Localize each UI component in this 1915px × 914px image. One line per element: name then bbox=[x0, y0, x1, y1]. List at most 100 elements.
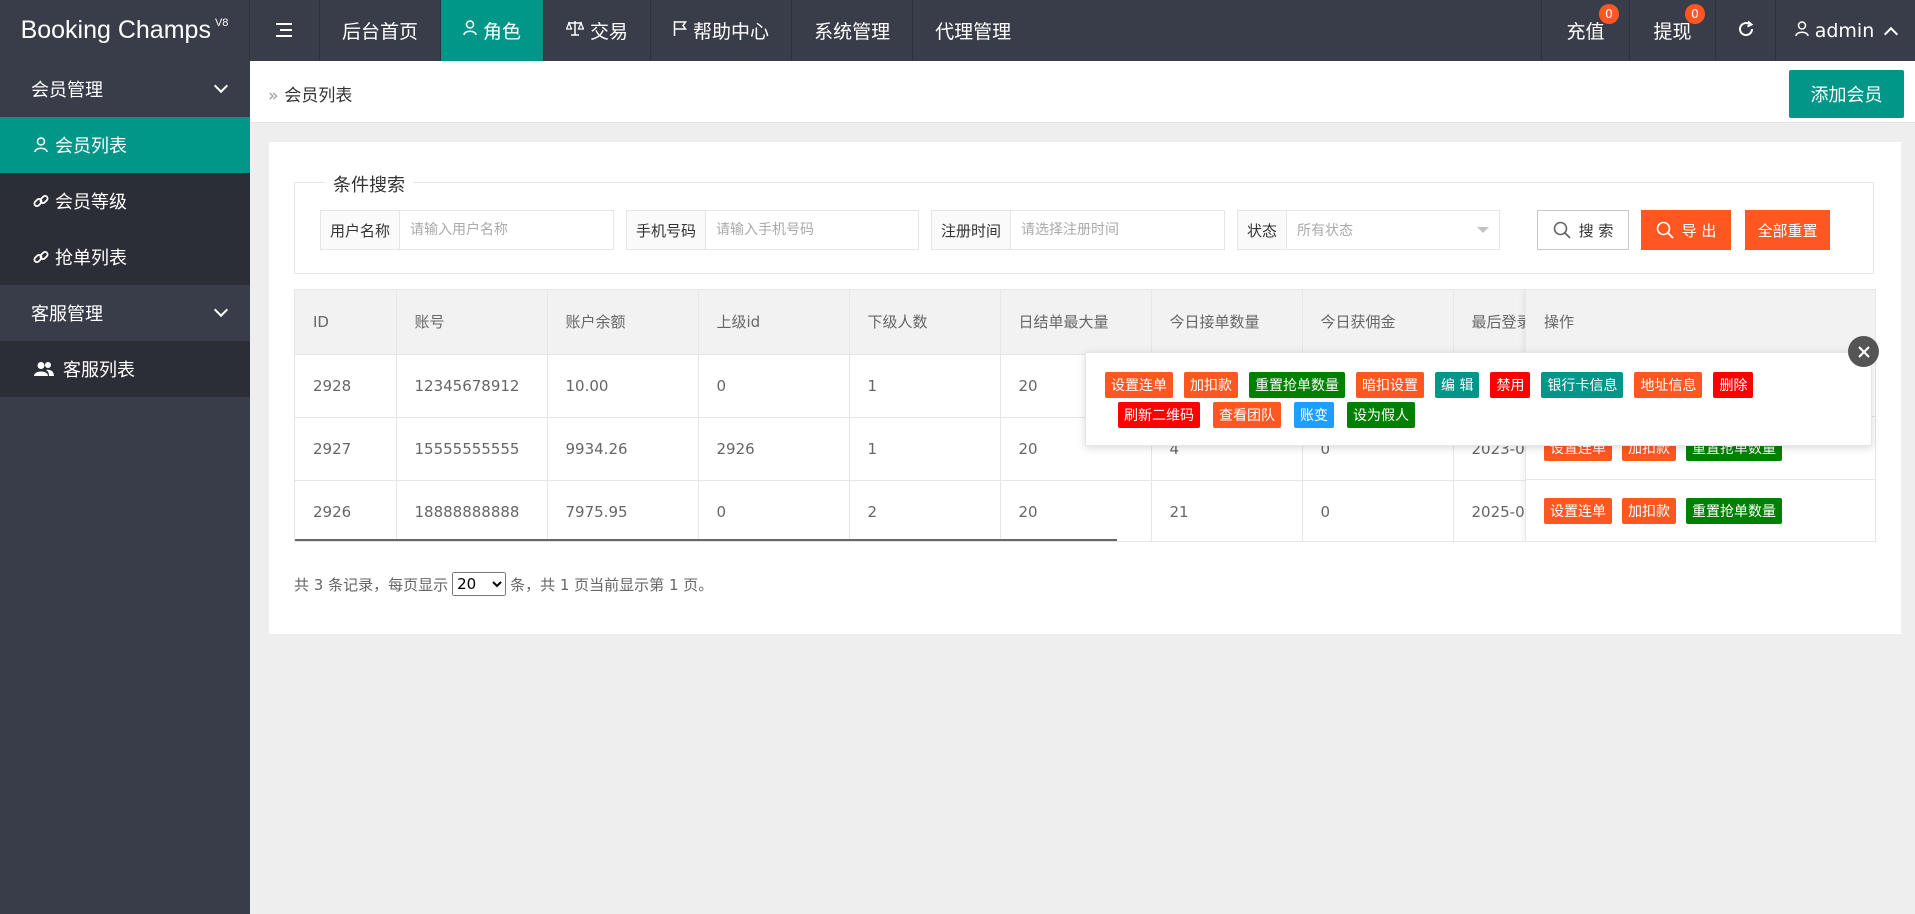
nav-label: 交易 bbox=[590, 21, 629, 43]
sidebar-item-grab-order-list[interactable]: 抢单列表 bbox=[0, 229, 250, 285]
cell-subordinates: 1 bbox=[849, 354, 1001, 418]
hidden-deduct-settings-button[interactable]: 暗扣设置 bbox=[1356, 372, 1424, 398]
close-popup-button[interactable] bbox=[1848, 336, 1879, 367]
refresh-button[interactable] bbox=[1715, 0, 1775, 61]
nav-help-center[interactable]: 帮助中心 bbox=[651, 0, 793, 61]
status-select-value: 所有状态 bbox=[1297, 223, 1354, 239]
nav-agent-management[interactable]: 代理管理 bbox=[913, 0, 1033, 61]
nav-system-management[interactable]: 系统管理 bbox=[792, 0, 914, 61]
recharge-badge: 0 bbox=[1599, 4, 1619, 24]
balance-change-button[interactable]: 账变 bbox=[1294, 402, 1334, 428]
adjust-balance-button[interactable]: 加扣款 bbox=[1622, 498, 1676, 524]
pager-prefix: 共 3 条记录，每页显示 bbox=[294, 575, 449, 594]
reg-time-label: 注册时间 bbox=[932, 211, 1012, 249]
export-button[interactable]: 导 出 bbox=[1641, 210, 1731, 250]
phone-label: 手机号码 bbox=[627, 211, 707, 249]
user-icon bbox=[463, 20, 477, 41]
sidebar-item-label: 客服列表 bbox=[63, 360, 135, 381]
status-label: 状态 bbox=[1238, 211, 1288, 249]
app-logo[interactable]: Booking Champs V8 bbox=[0, 0, 250, 61]
chevron-down-icon bbox=[213, 302, 229, 318]
cell-parent-id: 0 bbox=[698, 480, 850, 541]
phone-field: 手机号码 bbox=[626, 210, 919, 250]
col-parent-id[interactable]: 上级id bbox=[698, 290, 850, 355]
sidebar-item-member-level[interactable]: 会员等级 bbox=[0, 173, 250, 229]
col-today-orders[interactable]: 今日接单数量 bbox=[1151, 290, 1303, 355]
sidebar-item-customer-service-list[interactable]: 客服列表 bbox=[0, 341, 250, 397]
cell-id: 2927 bbox=[295, 417, 397, 481]
link-icon bbox=[33, 249, 49, 265]
col-daily-max[interactable]: 日结单最大量 bbox=[1000, 290, 1152, 355]
reg-time-input[interactable] bbox=[1011, 211, 1224, 249]
caret-down-icon bbox=[1477, 227, 1489, 233]
username-label: admin bbox=[1814, 19, 1875, 42]
table-row: 2926 18888888888 7975.95 0 2 20 21 0 202… bbox=[295, 480, 1605, 541]
refresh-icon bbox=[1737, 19, 1755, 43]
col-balance[interactable]: 账户余额 bbox=[547, 290, 699, 355]
set-fake-user-button[interactable]: 设为假人 bbox=[1347, 402, 1415, 428]
user-menu[interactable]: admin bbox=[1775, 0, 1915, 61]
cell-subordinates: 2 bbox=[849, 480, 1001, 541]
phone-input[interactable] bbox=[706, 211, 918, 249]
sidebar-group-member-management[interactable]: 会员管理 bbox=[0, 61, 250, 117]
nav-trade[interactable]: 交易 bbox=[544, 0, 652, 61]
double-chevron-icon: » bbox=[268, 86, 279, 106]
user-icon bbox=[33, 137, 49, 153]
set-chain-order-button[interactable]: 设置连单 bbox=[1105, 372, 1173, 398]
col-today-commission[interactable]: 今日获佣金 bbox=[1302, 290, 1454, 355]
status-select[interactable]: 所有状态 bbox=[1287, 211, 1499, 249]
edit-button[interactable]: 编 辑 bbox=[1435, 372, 1480, 398]
popup-actions-row-2: 刷新二维码 查看团队 账变 设为假人 bbox=[1105, 402, 1871, 428]
recharge-label: 充值 bbox=[1566, 21, 1605, 43]
nav-role[interactable]: 角色 bbox=[441, 0, 545, 61]
content-header: » 会员列表 添加会员 bbox=[250, 61, 1915, 123]
menu-toggle-button[interactable] bbox=[250, 0, 320, 61]
cell-id: 2928 bbox=[295, 354, 397, 418]
sidebar-group-label: 会员管理 bbox=[31, 80, 103, 101]
per-page-select[interactable]: 20 bbox=[452, 572, 507, 596]
sidebar-item-label: 抢单列表 bbox=[55, 248, 127, 269]
address-info-button[interactable]: 地址信息 bbox=[1634, 372, 1703, 398]
sidebar-item-member-list[interactable]: 会员列表 bbox=[0, 117, 250, 173]
reset-grab-count-button[interactable]: 重置抢单数量 bbox=[1249, 372, 1345, 398]
sidebar-group-customer-service[interactable]: 客服管理 bbox=[0, 285, 250, 341]
withdraw-button[interactable]: 提现 0 bbox=[1629, 0, 1715, 61]
delete-button[interactable]: 删除 bbox=[1713, 372, 1754, 398]
reset-all-button[interactable]: 全部重置 bbox=[1745, 210, 1830, 250]
search-button[interactable]: 搜 索 bbox=[1537, 210, 1629, 250]
disable-button[interactable]: 禁用 bbox=[1490, 372, 1531, 398]
col-id[interactable]: ID bbox=[295, 290, 397, 355]
reset-grab-count-button[interactable]: 重置抢单数量 bbox=[1686, 498, 1782, 524]
search-icon bbox=[1553, 221, 1571, 239]
recharge-button[interactable]: 充值 0 bbox=[1541, 0, 1629, 61]
view-team-button[interactable]: 查看团队 bbox=[1213, 402, 1281, 428]
horizontal-scrollbar[interactable] bbox=[295, 539, 1117, 541]
app-version: V8 bbox=[214, 16, 229, 29]
app-title: Booking Champs bbox=[20, 16, 211, 44]
sidebar-group-label: 客服管理 bbox=[31, 304, 103, 325]
reg-time-field: 注册时间 bbox=[931, 210, 1225, 250]
nav-label: 帮助中心 bbox=[693, 21, 770, 43]
cell-balance: 10.00 bbox=[547, 354, 699, 418]
username-input[interactable] bbox=[400, 211, 613, 249]
cell-account: 12345678912 bbox=[396, 354, 548, 418]
cell-id: 2926 bbox=[295, 480, 397, 541]
popup-actions-row-1: 设置连单 加扣款 重置抢单数量 暗扣设置 编 辑 禁用 银行卡信息 地址信息 删… bbox=[1105, 372, 1871, 398]
bank-card-info-button[interactable]: 银行卡信息 bbox=[1541, 372, 1624, 398]
nav-dashboard[interactable]: 后台首页 bbox=[320, 0, 442, 61]
col-subordinates[interactable]: 下级人数 bbox=[849, 290, 1001, 355]
refresh-qrcode-button[interactable]: 刷新二维码 bbox=[1118, 402, 1200, 428]
row-actions-popup: 设置连单 加扣款 重置抢单数量 暗扣设置 编 辑 禁用 银行卡信息 地址信息 删… bbox=[1085, 352, 1872, 446]
table-header-row: ID 账号 账户余额 上级id 下级人数 日结单最大量 今日接单数量 今日获佣金… bbox=[295, 290, 1605, 355]
cell-daily-max: 20 bbox=[1000, 480, 1152, 541]
adjust-balance-button[interactable]: 加扣款 bbox=[1184, 372, 1238, 398]
nav-label: 后台首页 bbox=[342, 21, 419, 43]
cell-account: 15555555555 bbox=[396, 417, 548, 481]
nav-label: 代理管理 bbox=[935, 21, 1012, 43]
flag-icon bbox=[673, 20, 688, 41]
search-button-label: 搜 索 bbox=[1578, 221, 1614, 240]
set-chain-order-button[interactable]: 设置连单 bbox=[1544, 498, 1612, 524]
col-account[interactable]: 账号 bbox=[396, 290, 548, 355]
add-member-button[interactable]: 添加会员 bbox=[1789, 70, 1904, 118]
cell-balance: 9934.26 bbox=[547, 417, 699, 481]
